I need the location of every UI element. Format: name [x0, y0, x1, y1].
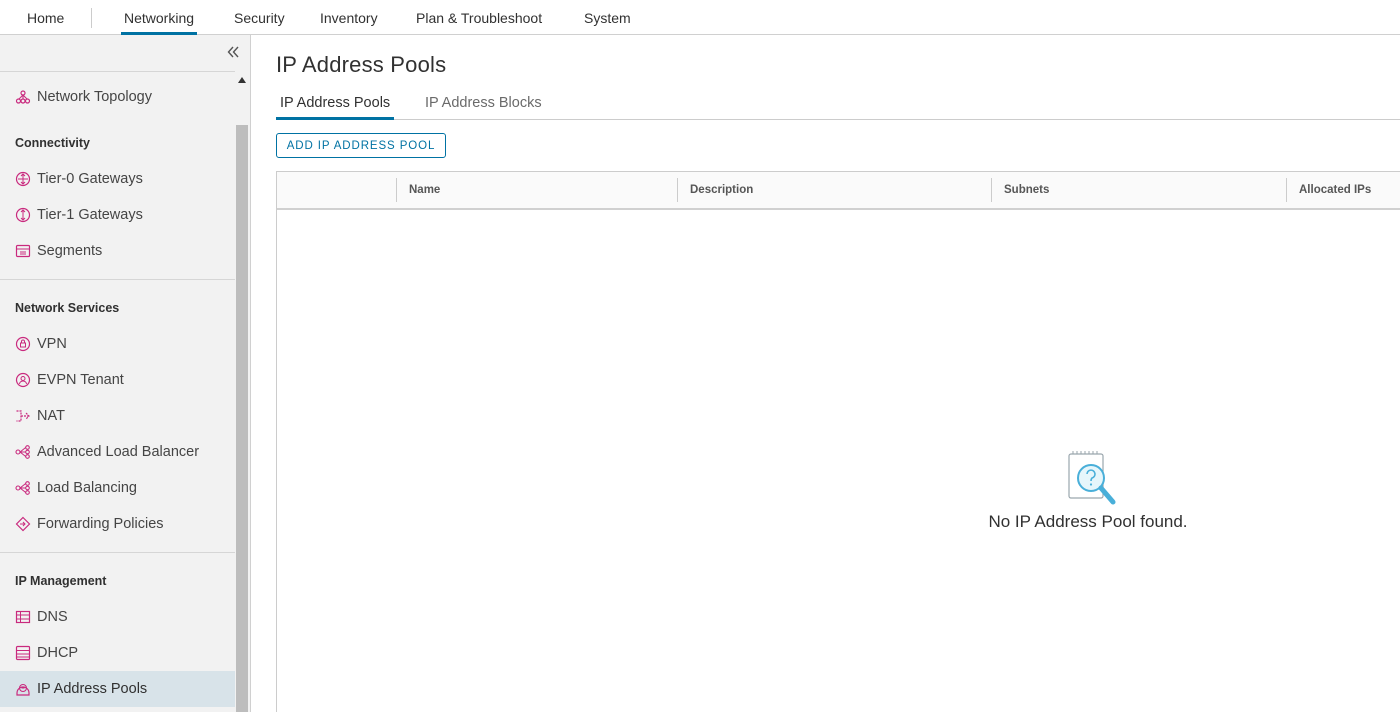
empty-state: No IP Address Pool found. [277, 210, 1400, 712]
tab-bar: IP Address Pools IP Address Blocks [276, 90, 1400, 120]
page-title: IP Address Pools [276, 52, 447, 77]
sidebar: Network Topology Connectivity Tier-0 Gat… [0, 35, 251, 712]
sidebar-item-label: Tier-1 Gateways [37, 207, 143, 223]
sidebar-divider [0, 71, 235, 72]
sidebar-item-vpn[interactable]: VPN [0, 326, 235, 362]
dns-icon [15, 609, 31, 625]
sidebar-scrollbar-thumb[interactable] [236, 125, 248, 712]
advanced-load-balancer-icon [15, 444, 31, 460]
sidebar-item-label: DNS [37, 609, 68, 625]
nav-security[interactable]: Security [234, 0, 285, 35]
tab-ip-address-pools[interactable]: IP Address Pools [276, 90, 395, 120]
ip-address-pools-icon [15, 681, 31, 697]
sidebar-item-label: EVPN Tenant [37, 372, 124, 388]
sidebar-divider [0, 279, 235, 280]
sidebar-item-label: Forwarding Policies [37, 516, 164, 532]
sidebar-item-ip-address-pools[interactable]: IP Address Pools [0, 671, 235, 707]
nav-home[interactable]: Home [27, 0, 64, 35]
main-content: IP Address Pools IP Address Pools IP Add… [252, 35, 1400, 712]
sidebar-item-segments[interactable]: Segments [0, 233, 235, 269]
tier1-gateway-icon [15, 207, 31, 223]
forwarding-policies-icon [15, 516, 31, 532]
ip-pools-datagrid: Name Description Subnets Allocated IPs N… [276, 171, 1400, 712]
section-title-ip-management: IP Management [15, 574, 107, 588]
collapse-sidebar-button[interactable] [222, 41, 244, 63]
column-header-description[interactable]: Description [678, 172, 753, 208]
sidebar-item-label: IP Address Pools [37, 681, 148, 697]
sidebar-item-label: Load Balancing [37, 480, 137, 496]
add-ip-address-pool-button[interactable]: ADD IP ADDRESS POOL [276, 133, 446, 158]
sidebar-item-label: Network Topology [37, 89, 152, 105]
triangle-up-icon [238, 77, 246, 83]
nav-system[interactable]: System [584, 0, 631, 35]
sidebar-item-network-topology[interactable]: Network Topology [0, 79, 235, 115]
scroll-up-button[interactable] [236, 75, 248, 85]
grid-header: Name Description Subnets Allocated IPs [277, 172, 1400, 210]
column-header-name[interactable]: Name [397, 172, 440, 208]
dhcp-icon [15, 645, 31, 661]
double-chevron-left-icon [227, 46, 239, 58]
sidebar-item-nat[interactable]: NAT [0, 398, 235, 434]
sidebar-item-advanced-load-balancer[interactable]: Advanced Load Balancer [0, 434, 235, 470]
sidebar-divider [0, 552, 235, 553]
sidebar-item-label: DHCP [37, 645, 79, 661]
top-navigation: Home Networking Security Inventory Plan … [0, 0, 1400, 35]
sidebar-item-tier1-gateways[interactable]: Tier-1 Gateways [0, 197, 235, 233]
sidebar-item-dhcp[interactable]: DHCP [0, 635, 235, 671]
empty-state-message: No IP Address Pool found. [988, 512, 1188, 531]
section-title-network-services: Network Services [15, 301, 120, 315]
sidebar-item-tier0-gateways[interactable]: Tier-0 Gateways [0, 161, 235, 197]
sidebar-item-label: VPN [37, 336, 67, 352]
nat-icon [15, 408, 31, 424]
evpn-tenant-icon [15, 372, 31, 388]
sidebar-item-dns[interactable]: DNS [0, 599, 235, 635]
column-header-allocated-ips[interactable]: Allocated IPs [1287, 172, 1371, 208]
sidebar-item-label: Advanced Load Balancer [37, 444, 200, 460]
sidebar-item-label: Tier-0 Gateways [37, 171, 143, 187]
network-topology-icon [15, 89, 31, 105]
sidebar-item-forwarding-policies[interactable]: Forwarding Policies [0, 506, 235, 542]
nav-divider [91, 8, 92, 28]
no-results-magnifier-icon [1068, 451, 1116, 505]
nav-plan-troubleshoot[interactable]: Plan & Troubleshoot [416, 0, 542, 35]
sidebar-item-label: Segments [37, 243, 103, 259]
tab-ip-address-blocks[interactable]: IP Address Blocks [425, 90, 542, 120]
sidebar-item-evpn-tenant[interactable]: EVPN Tenant [0, 362, 235, 398]
nav-networking[interactable]: Networking [121, 0, 198, 35]
column-header-subnets[interactable]: Subnets [992, 172, 1049, 208]
tier0-gateway-icon [15, 171, 31, 187]
sidebar-item-label: NAT [37, 408, 65, 424]
nav-inventory[interactable]: Inventory [320, 0, 378, 35]
segments-icon [15, 243, 31, 259]
load-balancing-icon [15, 480, 31, 496]
sidebar-item-load-balancing[interactable]: Load Balancing [0, 470, 235, 506]
vpn-icon [15, 336, 31, 352]
section-title-connectivity: Connectivity [15, 136, 91, 150]
